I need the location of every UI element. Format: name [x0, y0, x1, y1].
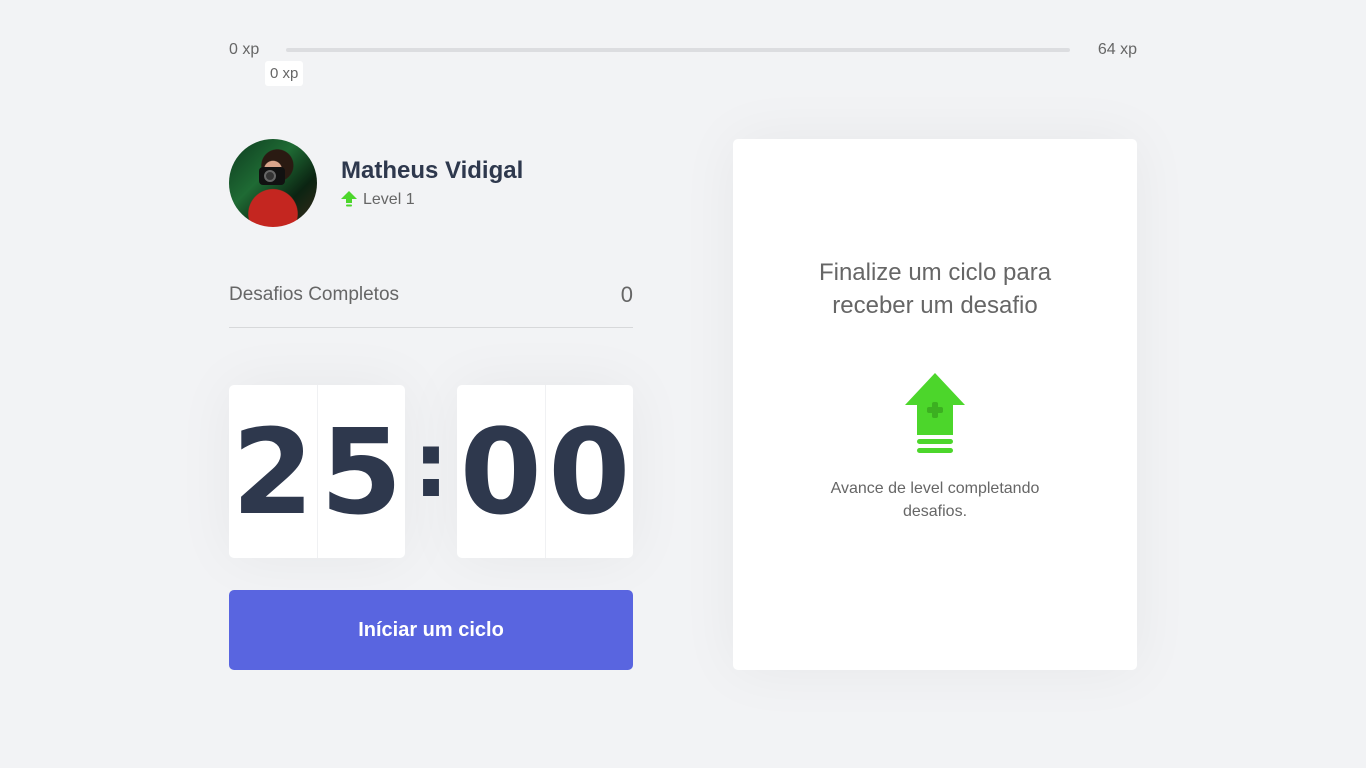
- level-up-icon: [905, 372, 965, 453]
- completed-challenges-label: Desafios Completos: [229, 284, 400, 305]
- experience-bar: 0 xp 0 xp 64 xp: [229, 38, 1137, 86]
- xp-min-label: 0 xp: [229, 41, 260, 58]
- profile-info: Matheus Vidigal Level 1: [341, 157, 523, 209]
- second-digit-right: 0: [548, 402, 631, 541]
- xp-max-label: 64 xp: [1097, 41, 1137, 58]
- xp-progress-track: [286, 48, 1070, 52]
- xp-current-label: 0 xp: [265, 61, 304, 86]
- challenge-box-hint: Avance de level completando desafios.: [830, 479, 1040, 521]
- completed-challenges-count: 0: [620, 282, 633, 307]
- second-digit-left: 0: [457, 385, 546, 558]
- challenge-box-title: Finalize um ciclo para receber um desafi…: [818, 258, 1052, 320]
- countdown-separator: :: [413, 413, 449, 518]
- profile-level-label: Level 1: [363, 191, 415, 208]
- countdown: 2 5 : 0 0: [229, 385, 633, 558]
- countdown-minutes: 2 5: [229, 385, 405, 558]
- profile-name: Matheus Vidigal: [341, 157, 524, 184]
- profile: Matheus Vidigal Level 1: [229, 139, 523, 227]
- minute-digit-left: 2: [229, 385, 318, 558]
- challenge-box: Finalize um ciclo para receber um desafi…: [733, 139, 1137, 670]
- level-up-arrow-icon: [341, 191, 357, 207]
- profile-level: Level 1: [341, 191, 523, 209]
- minute-digit-right: 5: [320, 402, 403, 541]
- completed-challenges: Desafios Completos 0: [229, 282, 633, 328]
- countdown-seconds: 0 0: [457, 385, 633, 558]
- avatar-lens-shape: [264, 170, 276, 182]
- avatar: [229, 139, 317, 227]
- start-cycle-button[interactable]: Iníciar um ciclo: [229, 590, 633, 670]
